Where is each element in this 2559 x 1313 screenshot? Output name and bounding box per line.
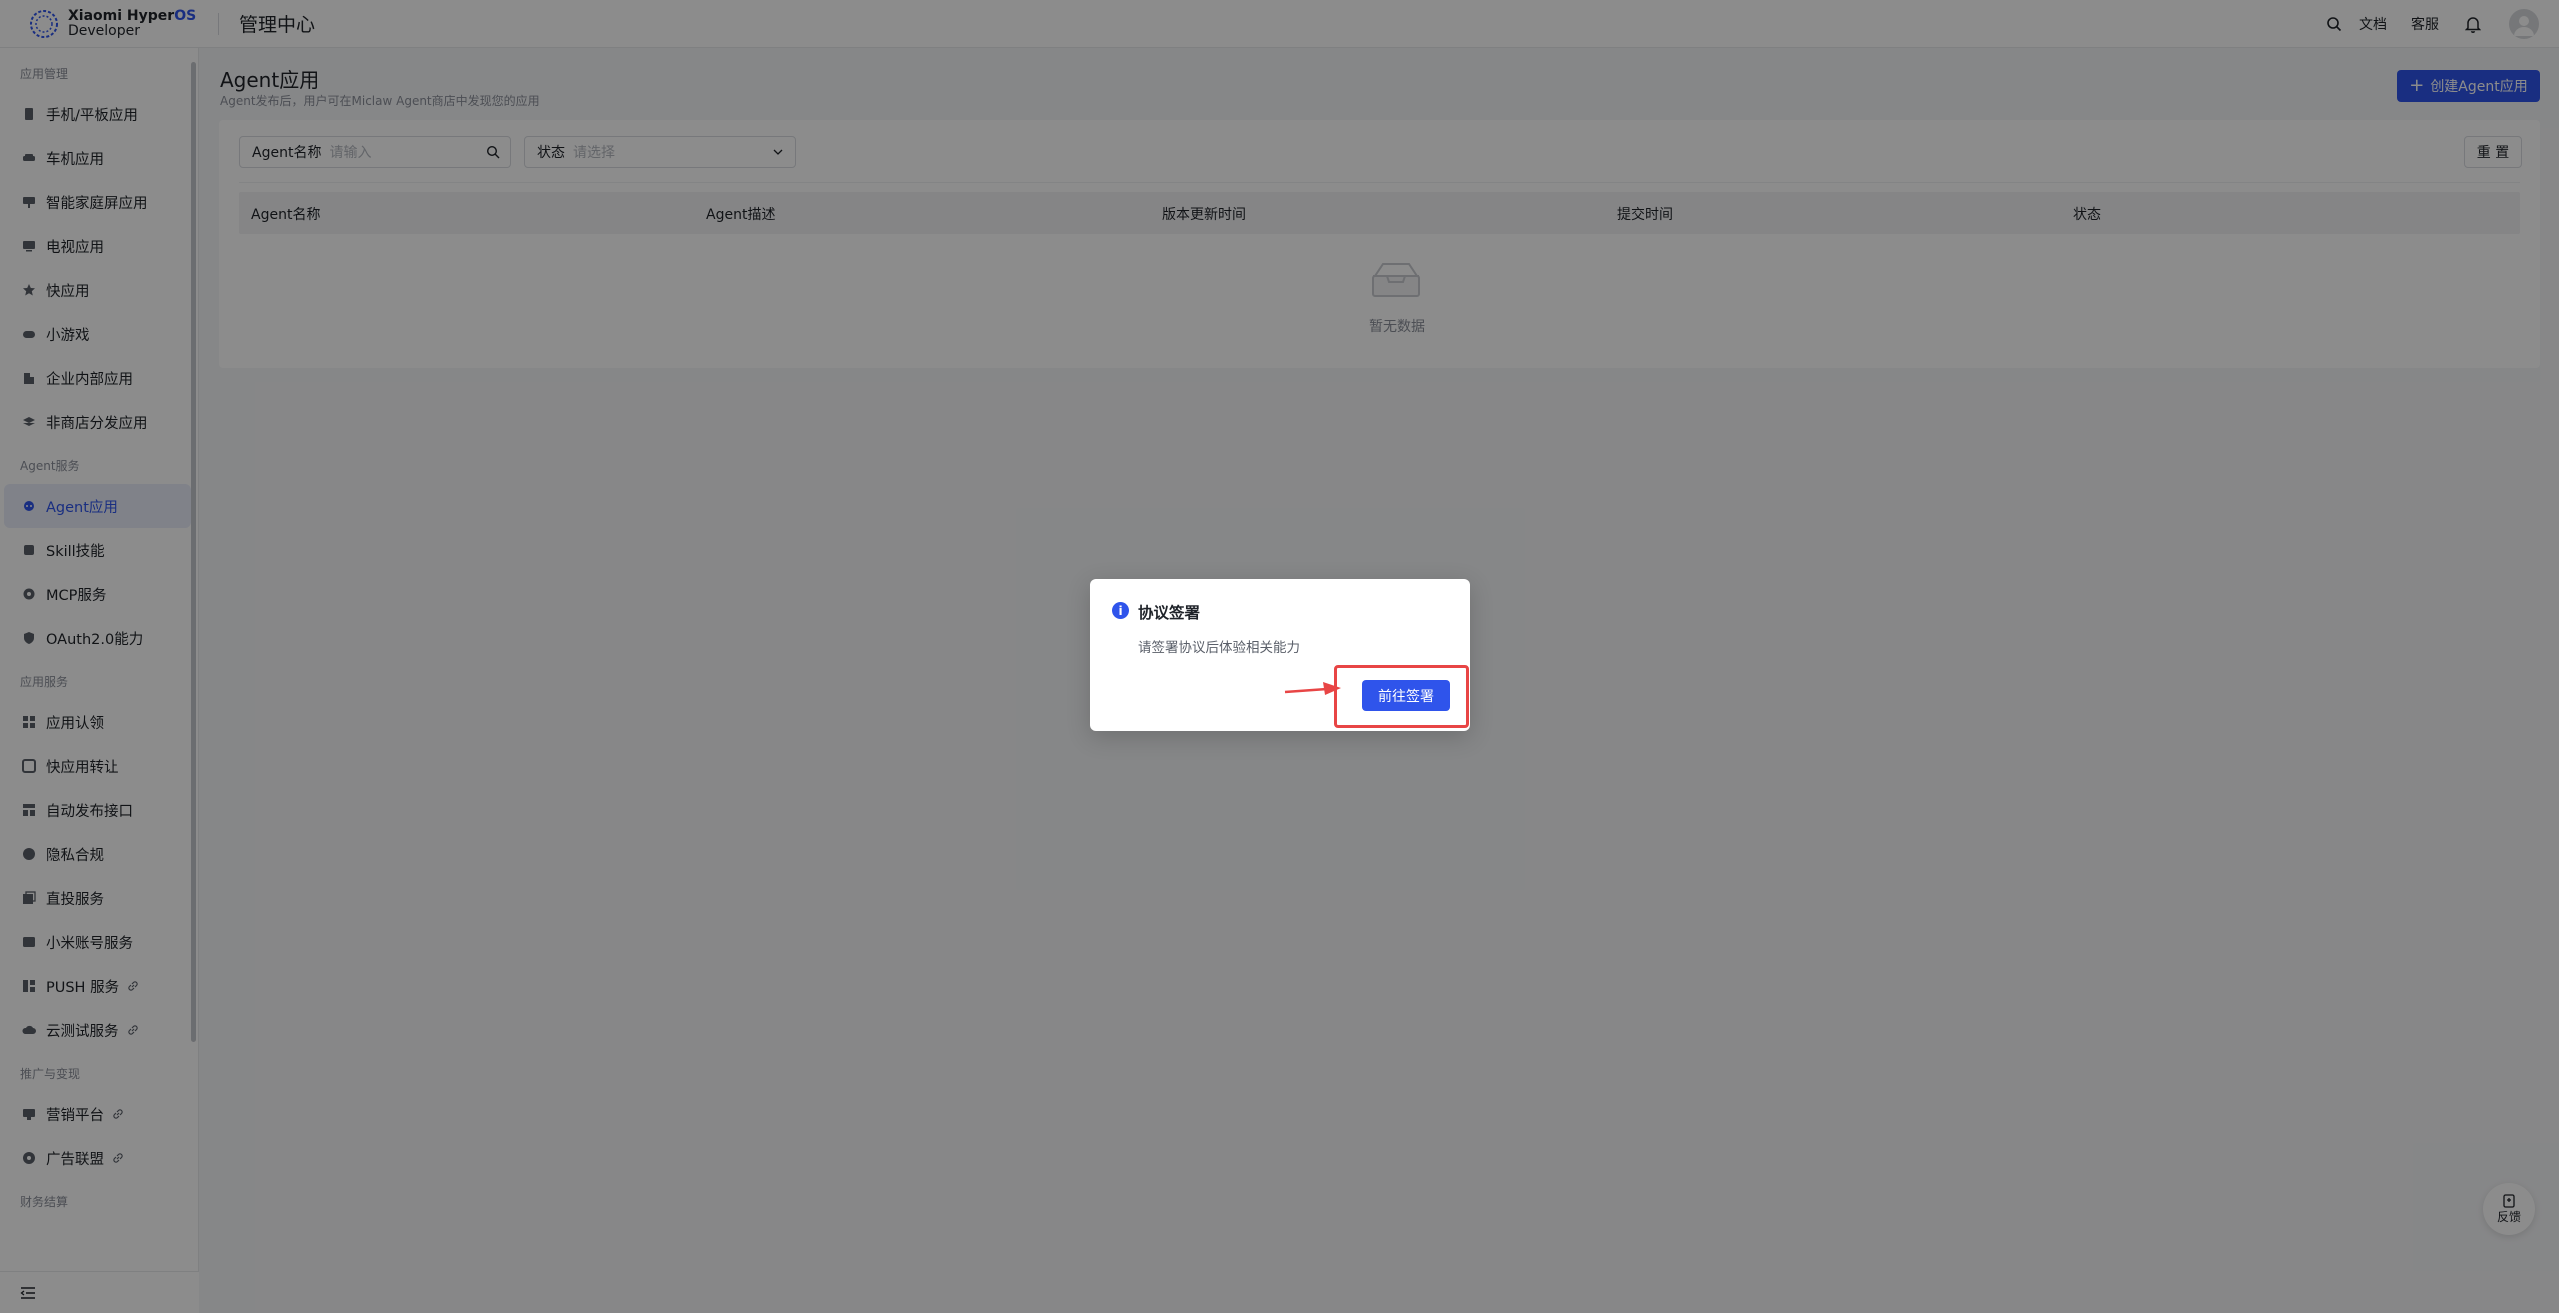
- annotation-arrow-icon: [1284, 682, 1341, 695]
- dialog-title: 协议签署: [1138, 604, 1201, 622]
- info-icon: i: [1112, 602, 1129, 619]
- annotation-highlight-box: [1334, 665, 1469, 728]
- dialog-message: 请签署协议后体验相关能力: [1138, 640, 1300, 656]
